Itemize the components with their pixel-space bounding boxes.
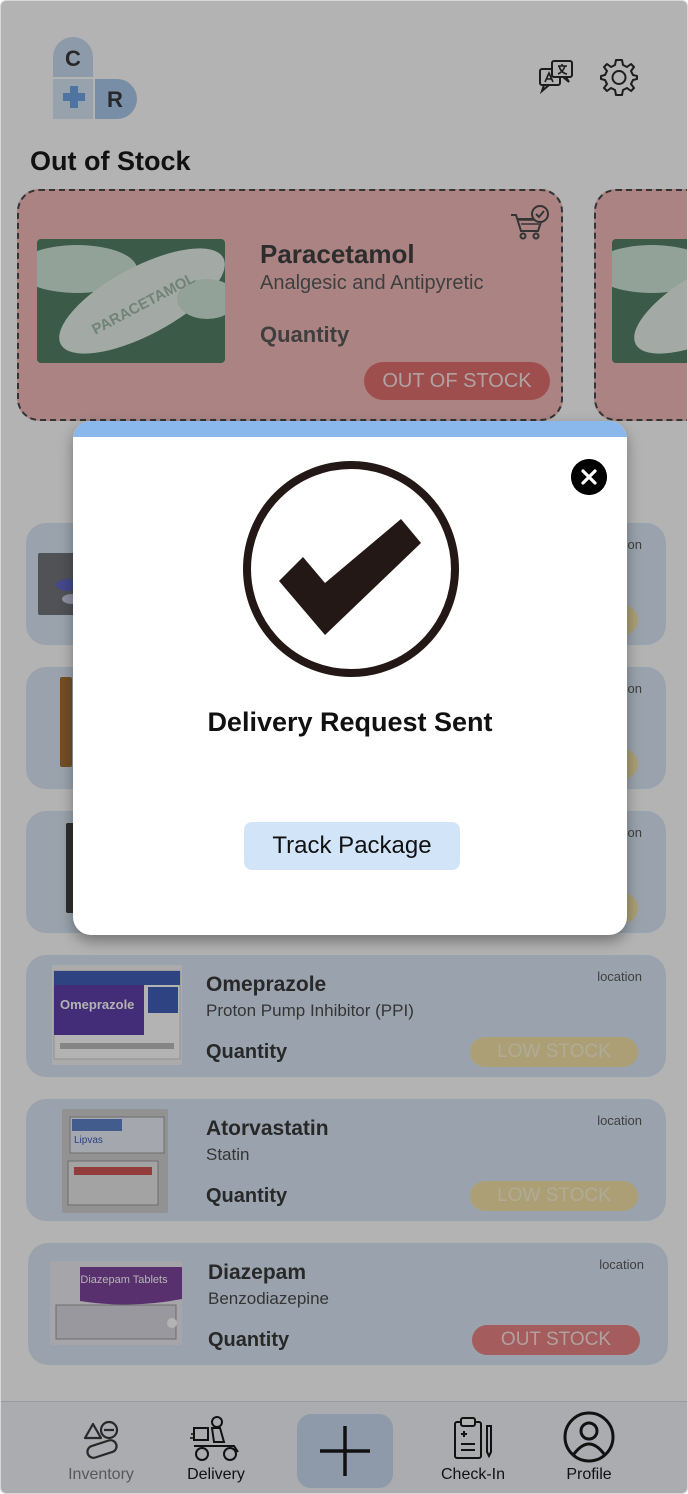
dialog-title: Delivery Request Sent (207, 707, 493, 737)
track-package-button[interactable]: Track Package (244, 822, 460, 870)
dialog-header-bar (73, 421, 627, 437)
app-screen: C R Out of Stock PARACETAMOL Paracetamol… (0, 0, 688, 1494)
close-icon[interactable] (571, 459, 607, 495)
delivery-confirmation-dialog: Delivery Request Sent Track Package (73, 421, 627, 935)
checkmark-circle-icon (243, 461, 459, 677)
